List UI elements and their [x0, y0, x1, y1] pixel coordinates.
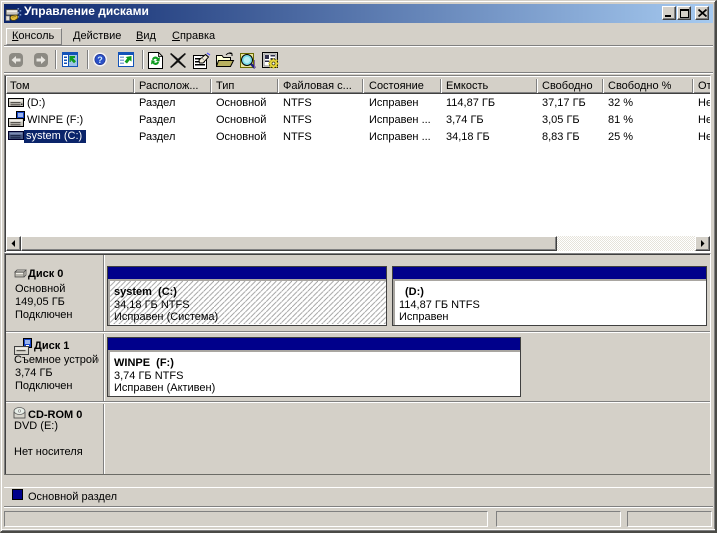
svg-text:?: ? [97, 55, 103, 65]
